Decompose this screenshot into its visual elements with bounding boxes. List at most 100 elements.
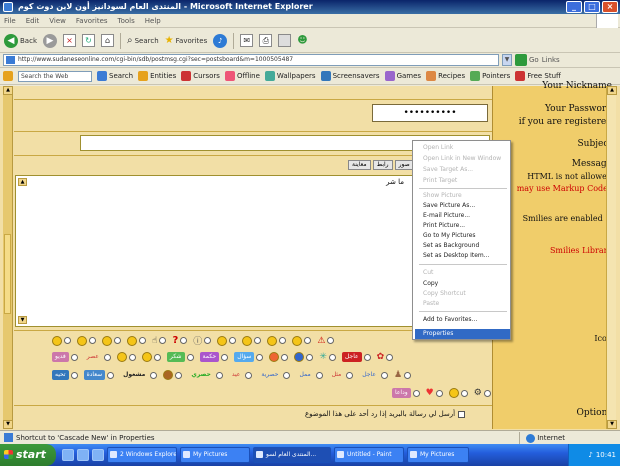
icon-radio[interactable] [103, 353, 111, 361]
icon-radio[interactable] [128, 353, 136, 361]
address-input[interactable]: http://www.sudaneseonline.com/cgi-bin/sd… [3, 54, 499, 66]
menu-copy-shortcut[interactable]: Copy Shortcut [423, 290, 466, 297]
icon-radio[interactable] [404, 371, 412, 379]
taskbar-item[interactable]: My Pictures [180, 447, 250, 463]
image-button[interactable]: صور [394, 160, 414, 170]
menu-open-link-new-window[interactable]: Open Link in New Window [423, 155, 501, 162]
markup-link[interactable]: may use Markup Codes [517, 184, 612, 193]
icon-radio[interactable] [186, 353, 194, 361]
link-wallpapers[interactable]: Wallpapers [264, 71, 316, 81]
icon-radio[interactable] [114, 337, 121, 344]
icon-option[interactable] [127, 335, 146, 346]
refresh-icon[interactable]: ↻ [82, 34, 95, 47]
icon-radio[interactable] [363, 353, 371, 361]
menu-copy[interactable]: Copy [423, 280, 438, 287]
icon-radio[interactable] [139, 337, 146, 344]
link-recipes[interactable]: Recipes [426, 71, 465, 81]
link-button[interactable]: رابط [372, 160, 393, 170]
menu-save-target[interactable]: Save Target As... [423, 166, 473, 173]
icon-option[interactable] [163, 370, 183, 380]
icon-radio[interactable] [107, 371, 115, 379]
link-cursors[interactable]: Cursors [181, 71, 220, 81]
icon-radio[interactable] [221, 353, 229, 361]
icon-radio[interactable] [159, 337, 167, 344]
icon-radio[interactable] [64, 337, 71, 344]
menu-set-background[interactable]: Set as Background [423, 242, 479, 249]
scroll-up-icon[interactable]: ▲ [607, 86, 617, 95]
stop-icon[interactable]: × [63, 34, 76, 47]
menu-open-link[interactable]: Open Link [423, 144, 453, 151]
icon-radio[interactable] [256, 353, 264, 361]
messenger-icon[interactable]: ☻ [297, 35, 307, 46]
menu-add-favorites[interactable]: Add to Favorites... [423, 316, 477, 323]
icon-option[interactable] [269, 352, 289, 362]
home-icon[interactable]: ⌂ [101, 34, 114, 47]
clock[interactable]: 10:41 [596, 451, 616, 459]
menu-tools[interactable]: Tools [118, 17, 135, 25]
icon-option[interactable]: ⓘ [193, 334, 212, 347]
taskbar-item[interactable]: Untitled - Paint [334, 447, 404, 463]
icon-option[interactable] [141, 352, 161, 362]
back-button[interactable]: ◀ Back [4, 33, 37, 48]
links-label[interactable]: Links [542, 56, 560, 64]
icon-radio[interactable] [70, 371, 78, 379]
icon-option[interactable]: سؤال [234, 352, 264, 362]
go-button[interactable]: Go [515, 54, 539, 66]
link-offline[interactable]: Offline [224, 71, 260, 81]
password-input[interactable]: •••••••••• [372, 104, 488, 122]
icon-option[interactable]: سعادة [83, 370, 115, 380]
textarea-scroll-up-icon[interactable]: ▲ [18, 178, 27, 186]
icon-option[interactable]: عصر [84, 352, 111, 362]
icon-option[interactable] [52, 335, 71, 346]
email-notify-option[interactable]: أرسل لي رسالة بالبريد إذا رد أحد على هذا… [305, 410, 466, 418]
icon-radio[interactable] [180, 337, 188, 344]
menu-edit[interactable]: Edit [26, 17, 40, 25]
icon-radio[interactable] [435, 389, 443, 397]
icon-option[interactable] [448, 388, 468, 398]
menu-favorites[interactable]: Favorites [76, 17, 108, 25]
icon-radio[interactable] [215, 371, 223, 379]
icon-radio[interactable] [153, 353, 161, 361]
desktop-icon[interactable] [62, 449, 74, 461]
print-icon[interactable]: ⎙ [259, 34, 273, 47]
icon-radio[interactable] [283, 371, 291, 379]
icon-radio[interactable] [279, 337, 287, 344]
menu-show-picture[interactable]: Show Picture [423, 192, 462, 199]
icon-option[interactable]: ⚠ [317, 336, 335, 346]
mywebsearch-logo[interactable] [3, 71, 13, 81]
icon-option[interactable]: حصرية [258, 370, 291, 380]
icon-option[interactable] [217, 335, 237, 346]
scroll-up-icon[interactable]: ▲ [3, 86, 13, 95]
forward-button[interactable]: ▶ [43, 33, 57, 48]
icon-radio[interactable] [412, 389, 420, 397]
icon-radio[interactable] [306, 353, 314, 361]
menu-go-to-pictures[interactable]: Go to My Pictures [423, 232, 476, 239]
icon-option[interactable] [267, 335, 287, 346]
icon-option[interactable]: فديو [52, 352, 78, 362]
icon-radio[interactable] [89, 337, 96, 344]
menu-print-target[interactable]: Print Target [423, 177, 457, 184]
taskbar-item-active[interactable]: المنتدى العام لسو... [253, 447, 331, 463]
menu-set-desktop-item[interactable]: Set as Desktop Item... [423, 252, 490, 259]
icon-radio[interactable] [281, 353, 289, 361]
icon-radio[interactable] [175, 371, 183, 379]
icon-option[interactable]: عيد [229, 370, 253, 380]
icon-radio[interactable] [346, 371, 354, 379]
textarea-scroll-down-icon[interactable]: ▼ [18, 316, 27, 324]
icon-radio[interactable] [380, 371, 388, 379]
icon-option[interactable] [102, 335, 121, 346]
media-icon[interactable]: ♪ [213, 33, 228, 48]
link-pointers[interactable]: Pointers [470, 71, 510, 81]
search-button[interactable]: ⌕ Search [127, 35, 159, 46]
icon-radio[interactable] [70, 353, 78, 361]
icon-radio[interactable] [483, 389, 491, 397]
icon-option[interactable] [294, 352, 314, 362]
smilies-library-link[interactable]: Smilies Library [550, 246, 612, 255]
icon-option[interactable]: شكر [166, 352, 194, 362]
icon-radio[interactable] [328, 353, 336, 361]
icon-option[interactable]: ✳ [319, 352, 336, 362]
icon-option[interactable]: عاجل [359, 370, 388, 380]
icon-option[interactable] [77, 335, 96, 346]
menu-print-picture[interactable]: Print Picture... [423, 222, 465, 229]
icon-option[interactable] [116, 352, 136, 362]
